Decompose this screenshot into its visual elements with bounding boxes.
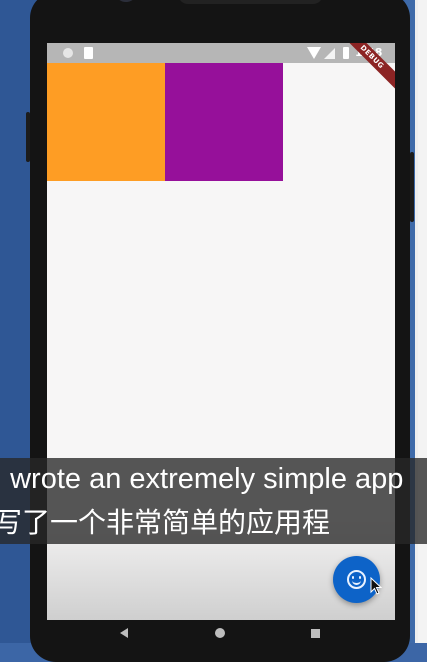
battery-icon [343,47,349,59]
smiley-face-icon [347,570,366,589]
orange-box [47,63,165,181]
signal-icon [324,48,335,59]
video-subtitles: I wrote an extremely simple app 写了一个非常简单… [0,458,427,548]
back-icon[interactable] [120,628,128,638]
recent-apps-icon[interactable] [311,629,320,638]
home-icon[interactable] [215,628,225,638]
front-camera-icon [118,0,134,2]
subtitle-english-text: I wrote an extremely simple app [0,463,404,495]
navigation-bar [47,622,395,643]
wifi-icon [307,47,321,59]
sd-card-icon [84,47,93,59]
earpiece-speaker [178,0,323,4]
status-bar: 1:48 [47,43,395,63]
mouse-cursor-icon [370,577,382,595]
subtitle-chinese: 写了一个非常简单的应用程 [0,501,427,544]
volume-button [26,112,30,162]
subtitle-english: I wrote an extremely simple app [0,458,427,501]
power-button [410,152,414,222]
purple-box [165,63,283,181]
subtitle-chinese-text: 写了一个非常简单的应用程 [0,506,331,539]
notification-dot-icon [63,48,73,58]
